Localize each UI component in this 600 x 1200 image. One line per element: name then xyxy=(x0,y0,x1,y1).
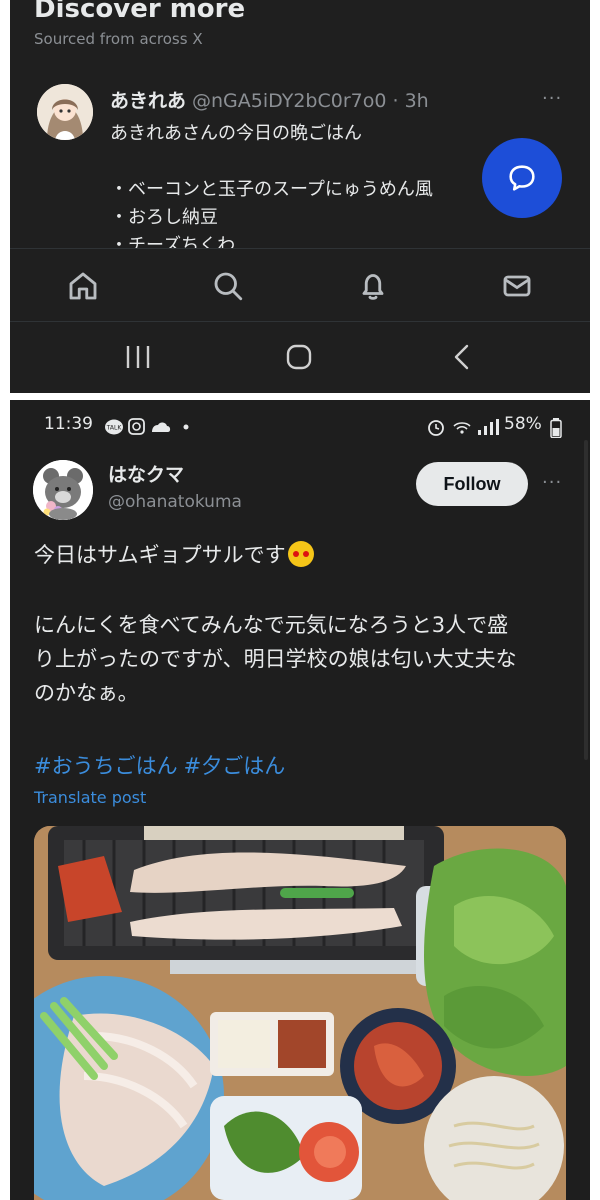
tweet-text: あきれあさんの今日の晩ごはん ・ベーコンと玉子のスープにゅうめん風 ・おろし納豆… xyxy=(110,123,433,248)
tweet-text-line: 今日はサムギョプサルです xyxy=(34,543,286,567)
bottom-nav xyxy=(10,250,590,320)
search-icon[interactable] xyxy=(210,268,246,304)
svg-text:TALK: TALK xyxy=(106,425,123,432)
divider xyxy=(10,248,590,249)
battery-icon xyxy=(550,418,562,438)
smiling-face-emoji-icon xyxy=(287,541,314,567)
follow-button[interactable]: Follow xyxy=(416,462,528,506)
more-options-icon[interactable]: ··· xyxy=(542,472,562,493)
compose-button[interactable] xyxy=(482,138,562,218)
home-icon[interactable] xyxy=(65,268,101,304)
tweet-detail-panel: 11:39 TALK 58% はなクマ @ohanatokuma Follow … xyxy=(10,400,590,1200)
back-icon[interactable] xyxy=(450,342,474,372)
hashtag-link[interactable]: #夕ごはん xyxy=(184,754,286,778)
status-time: 11:39 xyxy=(44,414,93,434)
avatar[interactable] xyxy=(33,460,93,520)
more-options-icon[interactable]: ··· xyxy=(542,88,562,109)
battery-percent: 58% xyxy=(504,414,542,434)
messages-icon[interactable] xyxy=(499,268,535,304)
tweet-author-name[interactable]: はなクマ xyxy=(108,460,184,487)
tweet-author-handle[interactable]: @ohanatokuma xyxy=(108,492,242,512)
avatar[interactable] xyxy=(37,84,93,140)
status-signal-icons xyxy=(428,419,499,436)
translate-post-link[interactable]: Translate post xyxy=(34,788,146,807)
system-navigation-bar xyxy=(10,322,590,393)
discover-panel: Discover more Sourced from across X あきれあ… xyxy=(10,0,590,393)
tweet-photo[interactable] xyxy=(34,826,566,1200)
recents-icon[interactable] xyxy=(124,342,152,372)
status-bar: 11:39 TALK 58% xyxy=(10,414,590,442)
food-photo-image xyxy=(34,826,566,1200)
tweet-text-line: り上がったのですが、明日学校の娘は匂い大丈夫な xyxy=(34,647,517,671)
notifications-icon[interactable] xyxy=(355,268,391,304)
hashtags: #おうちごはん #夕ごはん xyxy=(34,750,291,780)
discover-subtitle: Sourced from across X xyxy=(34,30,203,48)
home-circle-icon[interactable] xyxy=(284,342,314,372)
hashtag-link[interactable]: #おうちごはん xyxy=(34,754,178,778)
tweet-first-line: 今日はサムギョプサルです xyxy=(34,538,314,572)
tweet-text-line: のかなぁ。 xyxy=(34,681,139,705)
scrollbar[interactable] xyxy=(584,440,588,760)
tweet-header: あきれあ @nGA5iDY2bC0r7o0 · 3h xyxy=(110,86,429,113)
compose-message-icon xyxy=(509,165,535,191)
tweet-author-meta: @nGA5iDY2bC0r7o0 · 3h xyxy=(192,90,429,112)
status-app-icons: TALK xyxy=(105,418,189,435)
tweet-author-name[interactable]: あきれあ xyxy=(110,90,186,112)
tweet-text-line: にんにくを食べてみんなで元気になろうと3人で盛 xyxy=(34,613,509,637)
tweet-paragraph: にんにくを食べてみんなで元気になろうと3人で盛 り上がったのですが、明日学校の娘… xyxy=(34,608,517,710)
discover-title: Discover more xyxy=(34,0,246,24)
